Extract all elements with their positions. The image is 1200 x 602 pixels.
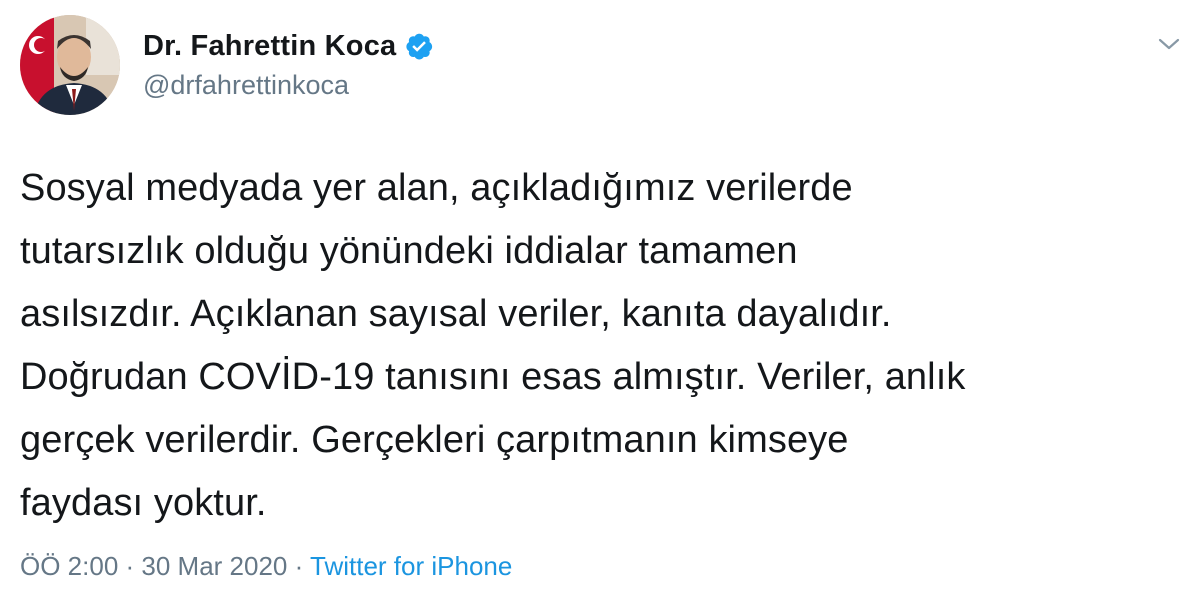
tweet-time[interactable]: ÖÖ 2:00 bbox=[20, 551, 118, 581]
chevron-down-icon[interactable] bbox=[1154, 32, 1184, 56]
avatar[interactable] bbox=[20, 15, 120, 115]
verified-badge-icon bbox=[404, 31, 434, 61]
tweet-text-line: asılsızdır. Açıklanan sayısal veriler, k… bbox=[20, 293, 892, 335]
tweet-card: Dr. Fahrettin Koca @drfahrettinkoca Sosy… bbox=[0, 0, 1200, 602]
tweet-text-line: faydası yoktur. bbox=[20, 482, 267, 524]
author-handle[interactable]: @drfahrettinkoca bbox=[143, 70, 349, 101]
tweet-text-line: Doğrudan COVİD-19 tanısını esas almıştır… bbox=[20, 356, 966, 398]
profile-photo bbox=[20, 15, 120, 115]
meta-separator: · bbox=[287, 551, 311, 581]
tweet-text: Sosyal medyada yer alan, açıkladığımız v… bbox=[20, 157, 1185, 535]
author-name-row: Dr. Fahrettin Koca bbox=[143, 26, 434, 66]
tweet-meta: ÖÖ 2:00 · 30 Mar 2020 · Twitter for iPho… bbox=[20, 551, 512, 582]
tweet-text-line: gerçek verilerdir. Gerçekleri çarpıtmanı… bbox=[20, 419, 849, 461]
author-display-name[interactable]: Dr. Fahrettin Koca bbox=[143, 30, 396, 63]
meta-separator: · bbox=[118, 551, 142, 581]
tweet-text-line: Sosyal medyada yer alan, açıkladığımız v… bbox=[20, 167, 853, 209]
tweet-source-link[interactable]: Twitter for iPhone bbox=[310, 551, 512, 581]
tweet-text-line: tutarsızlık olduğu yönündeki iddialar ta… bbox=[20, 230, 798, 272]
tweet-date[interactable]: 30 Mar 2020 bbox=[141, 551, 287, 581]
